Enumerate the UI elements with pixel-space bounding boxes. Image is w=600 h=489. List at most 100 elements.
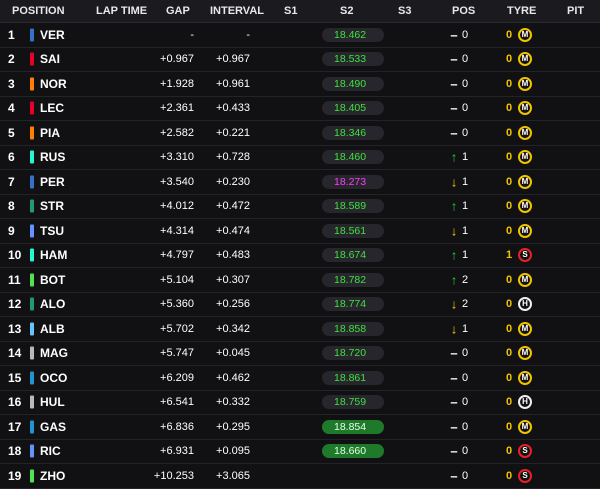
gap-value: +4.314 bbox=[160, 224, 194, 237]
tyre-compound-icon: M bbox=[518, 272, 532, 287]
header-s1[interactable]: S1 bbox=[284, 5, 297, 17]
table-row[interactable]: 6 RUS +3.310 +0.728 18.460 ↑ 1 0 M bbox=[0, 146, 600, 170]
team-color-bar bbox=[30, 52, 34, 66]
table-row[interactable]: 9 TSU +4.314 +0.474 18.561 ↓ 1 0 M bbox=[0, 219, 600, 244]
position-change-value: 0 bbox=[462, 445, 469, 458]
driver-code[interactable]: GAS bbox=[40, 420, 66, 434]
position-number: 10 bbox=[8, 248, 22, 263]
team-color-bar bbox=[30, 420, 34, 434]
driver-code[interactable]: ZHO bbox=[40, 469, 65, 483]
table-row[interactable]: 15 OCO +6.209 +0.462 18.861–0 0 M bbox=[0, 366, 600, 391]
position-change-dash-icon: – bbox=[450, 443, 458, 459]
table-row[interactable]: 17 GAS +6.836 +0.295 18.854–0 0 M bbox=[0, 415, 600, 440]
position-change-up-icon: ↑ bbox=[450, 198, 458, 214]
sector-2-time: 18.854 bbox=[322, 419, 384, 434]
team-color-bar bbox=[30, 101, 34, 115]
header-interval[interactable]: INTERVAL bbox=[210, 5, 264, 17]
gap-value: +5.747 bbox=[160, 347, 194, 360]
header-gap[interactable]: GAP bbox=[166, 5, 190, 17]
driver-code[interactable]: RUS bbox=[40, 150, 65, 164]
tyre-compound-icon: S bbox=[518, 444, 532, 459]
header-tyre[interactable]: TYRE bbox=[507, 5, 536, 17]
position-number: 2 bbox=[8, 52, 15, 67]
tyre-compound-icon: S bbox=[518, 248, 532, 263]
sector-2-time: 18.674 bbox=[322, 248, 384, 263]
table-row[interactable]: 4 LEC +2.361 +0.433 18.405–0 0 M bbox=[0, 97, 600, 121]
table-row[interactable]: 7 PER +3.540 +0.230 18.273 ↓ 1 0 M bbox=[0, 170, 600, 195]
position-number: 7 bbox=[8, 174, 15, 189]
table-row[interactable]: 11 BOT +5.104 +0.307 18.782 ↑ 2 0 M bbox=[0, 268, 600, 293]
table-row[interactable]: 8 STR +4.012 +0.472 18.589 ↑ 1 0 M bbox=[0, 195, 600, 219]
tyre-compound-icon: M bbox=[518, 101, 532, 116]
tyre-compound-icon: M bbox=[518, 150, 532, 165]
driver-code[interactable]: PIA bbox=[40, 126, 60, 140]
position-number: 13 bbox=[8, 321, 22, 336]
position-change-dash-icon: – bbox=[450, 27, 458, 43]
position-number: 19 bbox=[8, 468, 22, 483]
driver-code[interactable]: VER bbox=[40, 28, 65, 42]
tyre-compound-icon: M bbox=[518, 346, 532, 361]
tyre-compound-icon: M bbox=[518, 321, 532, 336]
driver-code[interactable]: HAM bbox=[40, 248, 67, 262]
gap-value: +6.836 bbox=[160, 420, 194, 433]
position-number: 8 bbox=[8, 199, 15, 214]
position-change-down-icon: ↓ bbox=[450, 296, 458, 312]
tyre-compound-icon: M bbox=[518, 76, 532, 91]
driver-code[interactable]: NOR bbox=[40, 77, 67, 91]
position-change-value: 1 bbox=[462, 175, 469, 188]
pit-count: 0 bbox=[506, 102, 513, 115]
position-number: 3 bbox=[8, 76, 15, 91]
interval-value: +0.307 bbox=[216, 273, 250, 286]
driver-code[interactable]: RIC bbox=[40, 444, 61, 458]
header-s2[interactable]: S2 bbox=[340, 5, 353, 17]
team-color-bar bbox=[30, 444, 34, 458]
driver-code[interactable]: STR bbox=[40, 199, 64, 213]
driver-code[interactable]: HUL bbox=[40, 395, 65, 409]
table-row[interactable]: 5 PIA +2.582 +0.221 18.346–0 0 M bbox=[0, 121, 600, 146]
driver-code[interactable]: LEC bbox=[40, 101, 64, 115]
tyre-compound-icon: M bbox=[518, 370, 532, 385]
table-row[interactable]: 1 VER - -18.462–0 0 M bbox=[0, 23, 600, 48]
tyre-compound-icon: S bbox=[518, 468, 532, 483]
pit-count: 0 bbox=[506, 53, 513, 66]
position-change-value: 0 bbox=[462, 396, 469, 409]
table-row[interactable]: 18 RIC +6.931 +0.095 18.660–0 0 S bbox=[0, 440, 600, 464]
sector-2-time: 18.660 bbox=[322, 444, 384, 459]
position-change-value: 2 bbox=[462, 298, 469, 311]
position-change-value: 0 bbox=[462, 420, 469, 433]
table-row[interactable]: 2 SAI +0.967 +0.967 18.533–0 0 M bbox=[0, 48, 600, 72]
header-pit[interactable]: PIT bbox=[567, 5, 584, 17]
table-row[interactable]: 3 NOR +1.928 +0.961 18.490–0 0 M bbox=[0, 72, 600, 97]
table-row[interactable]: 12 ALO +5.360 +0.256 18.774 ↓ 2 0 H bbox=[0, 293, 600, 317]
driver-code[interactable]: SAI bbox=[40, 52, 60, 66]
table-row[interactable]: 13 ALB +5.702 +0.342 18.858 ↓ 1 0 M bbox=[0, 317, 600, 342]
header-s3[interactable]: S3 bbox=[398, 5, 411, 17]
driver-code[interactable]: ALO bbox=[40, 297, 65, 311]
header-position[interactable]: POSITION bbox=[12, 5, 65, 17]
driver-code[interactable]: ALB bbox=[40, 322, 65, 336]
driver-code[interactable]: TSU bbox=[40, 224, 64, 238]
driver-code[interactable]: PER bbox=[40, 175, 65, 189]
header-lap-time[interactable]: LAP TIME bbox=[96, 5, 147, 17]
team-color-bar bbox=[30, 371, 34, 385]
tyre-compound-icon: M bbox=[518, 419, 532, 434]
interval-value: +0.967 bbox=[216, 53, 250, 66]
interval-value: +3.065 bbox=[216, 469, 250, 482]
gap-value: - bbox=[190, 28, 194, 41]
table-row[interactable]: 16 HUL +6.541 +0.332 18.759–0 0 H bbox=[0, 391, 600, 415]
interval-value: +0.332 bbox=[216, 396, 250, 409]
gap-value: +10.253 bbox=[153, 469, 194, 482]
position-number: 1 bbox=[8, 27, 15, 42]
driver-code[interactable]: OCO bbox=[40, 371, 67, 385]
table-row[interactable]: 14 MAG +5.747 +0.045 18.720–0 0 M bbox=[0, 342, 600, 366]
position-change-value: 0 bbox=[462, 77, 469, 90]
driver-code[interactable]: MAG bbox=[40, 346, 68, 360]
gap-value: +6.541 bbox=[160, 396, 194, 409]
driver-code[interactable]: BOT bbox=[40, 273, 65, 287]
pit-count: 0 bbox=[506, 420, 513, 433]
table-row[interactable]: 10 HAM +4.797 +0.483 18.674 ↑ 1 1 S bbox=[0, 244, 600, 268]
sector-2-time: 18.460 bbox=[322, 150, 384, 165]
table-row[interactable]: 19 ZHO +10.253 +3.065–0 0 S bbox=[0, 464, 600, 489]
header-pos[interactable]: POS bbox=[452, 5, 475, 17]
sector-2-time: 18.720 bbox=[322, 346, 384, 361]
